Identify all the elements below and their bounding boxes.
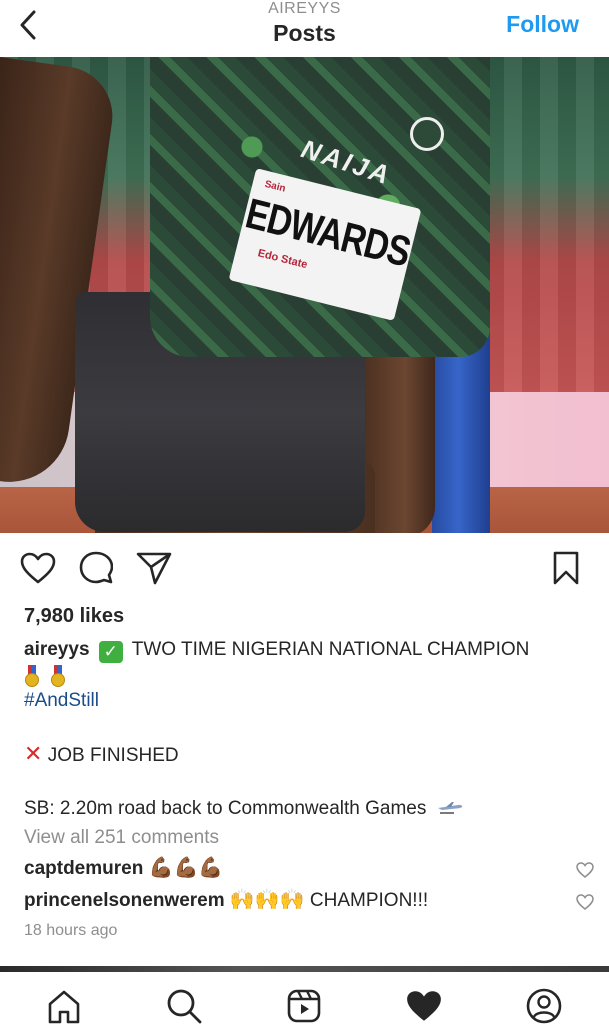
hashtag-link[interactable]: #AndStill	[24, 688, 594, 713]
caption-text: TWO TIME NIGERIAN NATIONAL CHAMPION	[131, 639, 530, 660]
comment-username[interactable]: captdemuren	[24, 858, 143, 879]
flexed-biceps-emoji: 💪🏾💪🏾💪🏾	[148, 857, 224, 879]
sb-text: SB: 2.20m road back to Commonwealth Game…	[24, 798, 427, 819]
heart-outline-icon	[576, 894, 594, 910]
like-button[interactable]	[18, 548, 58, 588]
comment-text: CHAMPION!!!	[309, 890, 429, 911]
comment-like-button[interactable]	[576, 860, 594, 885]
sb-line: SB: 2.20m road back to Commonwealth Game…	[24, 796, 594, 821]
profile-icon	[526, 988, 562, 1024]
comment-row: princenelsonenwerem 🙌🙌🙌 CHAMPION!!!	[24, 888, 594, 920]
comment-like-button[interactable]	[576, 892, 594, 917]
medal-icon	[24, 664, 40, 687]
comment-button[interactable]	[76, 548, 116, 588]
tab-search[interactable]	[162, 988, 206, 1024]
medal-icon	[50, 664, 66, 687]
comment-bubble-icon	[79, 551, 113, 584]
comment-username[interactable]: princenelsonenwerem	[24, 890, 225, 911]
save-button[interactable]	[546, 548, 586, 588]
bottom-tab-bar	[0, 984, 609, 1024]
post-details: 7,980 likes aireyys ✓ TWO TIME NIGERIAN …	[24, 603, 594, 942]
tab-profile[interactable]	[522, 988, 566, 1024]
airplane-icon	[437, 802, 462, 814]
cross-mark-icon: ✕	[24, 741, 43, 766]
comment-row: captdemuren 💪🏾💪🏾💪🏾	[24, 856, 594, 888]
post-timestamp: 18 hours ago	[24, 922, 118, 939]
heart-outline-icon	[20, 552, 56, 584]
tab-home[interactable]	[42, 988, 86, 1024]
post-image[interactable]: NAIJA Sain EDWARDS Edo State	[0, 57, 609, 533]
likes-count[interactable]: 7,980 likes	[24, 603, 594, 629]
heart-filled-icon	[407, 991, 441, 1021]
home-icon	[48, 990, 80, 1024]
check-mark-icon: ✓	[98, 641, 123, 663]
follow-button[interactable]: Follow	[506, 10, 579, 38]
raising-hands-emoji: 🙌🙌🙌	[229, 889, 305, 911]
next-post-edge	[0, 966, 609, 972]
caption: aireyys ✓ TWO TIME NIGERIAN NATIONAL CHA…	[24, 637, 594, 663]
top-header: AIREYYS Posts Follow	[0, 0, 609, 56]
paper-plane-icon	[136, 552, 172, 585]
jersey-badge	[410, 117, 444, 151]
bookmark-icon	[553, 551, 579, 585]
tab-reels[interactable]	[282, 988, 326, 1024]
tab-activity[interactable]	[402, 988, 446, 1024]
medals-row	[24, 663, 594, 688]
share-button[interactable]	[134, 548, 174, 588]
search-icon	[167, 989, 202, 1024]
heart-outline-icon	[576, 862, 594, 878]
reels-icon	[287, 989, 321, 1023]
view-all-comments-link[interactable]: View all 251 comments	[24, 825, 594, 850]
post-actions	[0, 548, 609, 592]
job-finished-text: JOB FINISHED	[47, 745, 179, 766]
caption-username[interactable]: aireyys	[24, 639, 90, 660]
job-finished-line: ✕ JOB FINISHED	[24, 741, 594, 768]
